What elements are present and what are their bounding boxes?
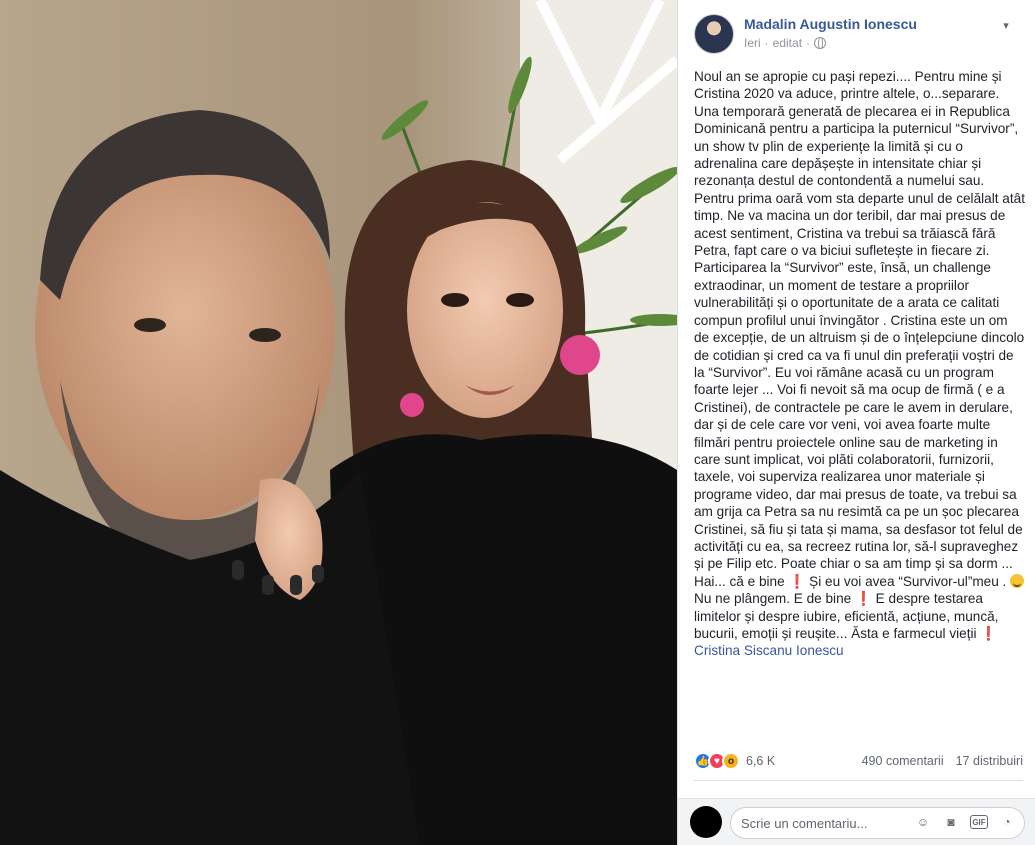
post-text-main: Noul an se apropie cu pași repezi.... Pe… bbox=[694, 69, 1025, 589]
comments-count[interactable]: 490 comentarii bbox=[862, 754, 944, 768]
post-time[interactable]: Ieri bbox=[744, 36, 761, 50]
gif-icon[interactable]: GIF bbox=[970, 815, 988, 829]
commenter-avatar bbox=[690, 806, 722, 838]
emoji-icon[interactable]: ☺ bbox=[914, 813, 932, 831]
post-photo[interactable] bbox=[0, 0, 677, 845]
chevron-down-icon[interactable]: ▾ bbox=[997, 16, 1015, 34]
post-meta: Ieri · editat · bbox=[744, 36, 827, 50]
stats-right: 490 comentarii 17 distribuiri bbox=[862, 754, 1023, 768]
meta-separator: · bbox=[806, 36, 811, 50]
photo-illustration bbox=[0, 0, 677, 845]
shares-count[interactable]: 17 distribuiri bbox=[956, 754, 1023, 768]
author-avatar[interactable] bbox=[694, 14, 734, 54]
comment-tools: ☺ ◙ GIF ◔ bbox=[914, 813, 1016, 831]
post-edited[interactable]: editat bbox=[773, 36, 802, 50]
meta-separator: · bbox=[764, 36, 769, 50]
globe-icon bbox=[814, 37, 827, 50]
post-text: Noul an se apropie cu pași repezi.... Pe… bbox=[694, 68, 1026, 660]
sticker-icon[interactable]: ◔ bbox=[998, 813, 1016, 831]
comment-bar: Scrie un comentariu... ☺ ◙ GIF ◔ bbox=[678, 798, 1035, 845]
post-panel: Madalin Augustin Ionescu Ieri · editat ·… bbox=[677, 0, 1035, 845]
wow-icon: o bbox=[722, 752, 740, 770]
tagged-user-link[interactable]: Cristina Siscanu Ionescu bbox=[694, 643, 844, 658]
post-text-rest: Nu ne plângem. E de bine ❗ E despre test… bbox=[694, 591, 999, 641]
post-stats: 👍 ♥ o 6,6 K 490 comentarii 17 distribuir… bbox=[694, 750, 1023, 772]
stats-divider bbox=[694, 780, 1023, 781]
camera-icon[interactable]: ◙ bbox=[942, 813, 960, 831]
author-name[interactable]: Madalin Augustin Ionescu bbox=[744, 16, 917, 32]
reactions-count[interactable]: 6,6 K bbox=[746, 754, 775, 768]
reactions-summary[interactable]: 👍 ♥ o 6,6 K bbox=[694, 752, 775, 770]
comment-input[interactable]: Scrie un comentariu... ☺ ◙ GIF ◔ bbox=[730, 807, 1025, 839]
smile-emoji-icon bbox=[1010, 573, 1025, 588]
post-header: Madalin Augustin Ionescu Ieri · editat ·… bbox=[694, 12, 1023, 56]
comment-placeholder: Scrie un comentariu... bbox=[741, 816, 868, 831]
